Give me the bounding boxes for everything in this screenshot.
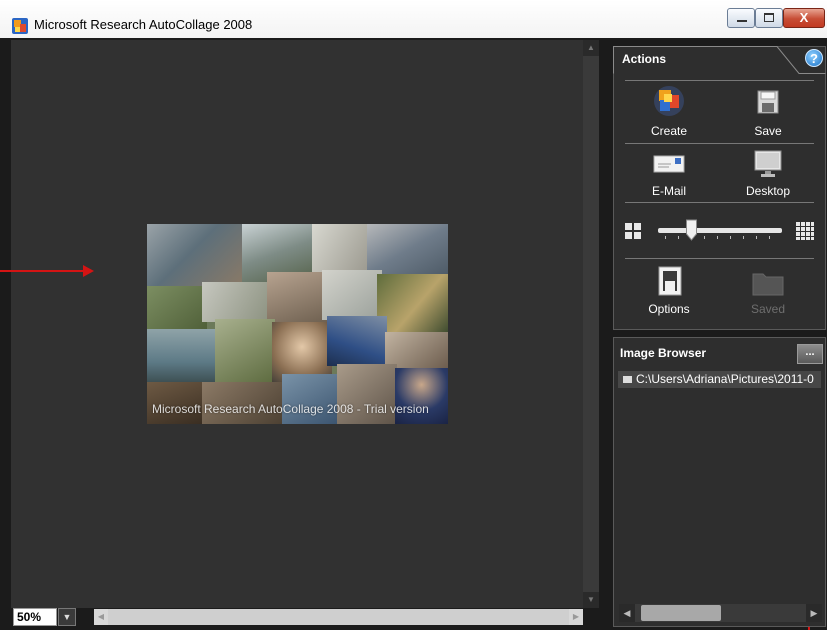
create-collage-icon [654, 86, 684, 116]
annotation-arrow-line [0, 270, 83, 272]
zoom-level-field[interactable]: 50% [13, 608, 57, 626]
scroll-left-icon[interactable]: ◀ [619, 604, 635, 622]
create-label: Create [650, 124, 688, 138]
email-label: E-Mail [651, 184, 686, 198]
scroll-right-icon[interactable]: ▶ [806, 604, 822, 622]
window-title: Microsoft Research AutoCollage 2008 [34, 17, 253, 32]
few-images-grid-icon [625, 223, 641, 239]
saved-label: Saved [750, 302, 786, 316]
divider [625, 143, 814, 144]
browse-folder-button[interactable]: ... [797, 344, 823, 364]
maximize-button[interactable] [755, 8, 783, 28]
collage-watermark: Microsoft Research AutoCollage 2008 - Tr… [152, 402, 429, 416]
actions-panel-title: Actions [622, 52, 667, 66]
save-label: Save [754, 124, 782, 138]
email-envelope-icon [653, 155, 685, 173]
folder-icon [623, 376, 632, 383]
minimize-button[interactable] [727, 8, 755, 28]
scroll-right-icon[interactable]: ▶ [569, 609, 583, 625]
help-icon[interactable]: ? [805, 49, 823, 67]
options-button[interactable]: Options [634, 266, 704, 320]
save-button[interactable]: Save [733, 86, 803, 140]
create-button[interactable]: Create [634, 86, 704, 140]
canvas-vertical-scrollbar[interactable]: ▲ ▼ [583, 40, 599, 608]
minimize-icon [737, 20, 747, 22]
divider [625, 80, 814, 81]
image-browser-title: Image Browser [620, 346, 707, 360]
slider-thumb[interactable] [686, 219, 697, 241]
zoom-dropdown-button[interactable]: ▼ [58, 608, 76, 626]
options-label: Options [648, 302, 690, 316]
close-button[interactable]: X [783, 8, 825, 28]
many-images-grid-icon [796, 222, 814, 240]
scrollbar-thumb[interactable] [94, 609, 569, 625]
email-button[interactable]: E-Mail [634, 150, 704, 200]
save-disk-icon [757, 90, 779, 114]
scroll-left-icon[interactable]: ◀ [94, 609, 108, 625]
collage-size-slider[interactable] [655, 218, 785, 244]
saved-folder-button[interactable]: Saved [733, 266, 803, 320]
maximize-icon [764, 13, 774, 22]
scrollbar-thumb[interactable] [641, 605, 721, 621]
desktop-monitor-icon [754, 150, 782, 177]
canvas-horizontal-scrollbar[interactable]: ◀ ▶ [94, 609, 583, 625]
desktop-label: Desktop [745, 184, 791, 198]
image-browser-horizontal-scrollbar[interactable]: ◀ ▶ [619, 604, 822, 622]
autocollage-app-icon [12, 18, 28, 34]
annotation-arrow-right-icon [83, 265, 94, 277]
folder-icon [752, 273, 784, 296]
scroll-up-icon[interactable]: ▲ [583, 40, 599, 56]
desktop-button[interactable]: Desktop [733, 150, 803, 200]
collage-image: Microsoft Research AutoCollage 2008 - Tr… [147, 224, 448, 424]
folder-path-label: C:\Users\Adriana\Pictures\2011-0 [636, 372, 814, 386]
options-icon [658, 266, 682, 296]
scroll-down-icon[interactable]: ▼ [583, 592, 599, 608]
chevron-down-icon: ▼ [62, 612, 72, 622]
divider [625, 258, 814, 259]
divider [625, 202, 814, 203]
